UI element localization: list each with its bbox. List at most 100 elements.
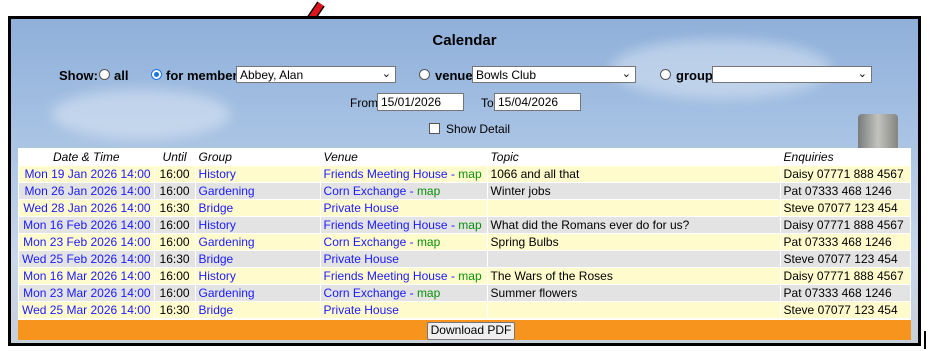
event-enquiries: Steve 07077 123 454: [779, 301, 912, 319]
event-venue-cell: Friends Meeting House - map: [319, 165, 488, 183]
table-row: Mon 19 Jan 2026 14:00 16:00 History Friends…: [18, 165, 912, 183]
event-enquiries: Daisy 07771 888 4567: [779, 267, 912, 285]
venue-link[interactable]: Corn Exchange: [324, 286, 407, 300]
event-group-link[interactable]: Gardening: [194, 182, 321, 200]
radio-for-member[interactable]: [151, 69, 162, 80]
map-link[interactable]: map: [458, 269, 481, 283]
member-select[interactable]: Abbey, Alan ⌄: [236, 66, 396, 83]
venue-separator: -: [447, 269, 459, 283]
event-group-link[interactable]: Bridge: [194, 199, 321, 217]
column-header: Topic: [486, 148, 781, 166]
event-enquiries: Pat 07333 468 1246: [779, 284, 912, 302]
venue-link[interactable]: Friends Meeting House: [324, 167, 448, 181]
event-date-link[interactable]: Wed 25 Feb 2026 14:00: [18, 250, 155, 268]
event-group-link[interactable]: History: [194, 267, 321, 285]
event-topic: The Wars of the Roses: [486, 267, 781, 285]
event-date-link[interactable]: Wed 28 Jan 2026 14:00: [18, 199, 155, 217]
venue-link[interactable]: Corn Exchange: [324, 235, 407, 249]
chevron-down-icon: ⌄: [381, 68, 391, 80]
venue-separator: -: [447, 218, 459, 232]
radio-group[interactable]: [660, 69, 671, 80]
event-venue-cell: Private House: [319, 199, 488, 217]
table-header-row: Date & Time Until Group Venue Topic Enqu…: [18, 148, 912, 166]
map-link[interactable]: map: [458, 218, 481, 232]
event-topic: 1066 and all that: [486, 165, 781, 183]
event-venue-cell: Friends Meeting House - map: [319, 216, 488, 234]
event-topic: Spring Bulbs: [486, 233, 781, 251]
event-group-link[interactable]: Bridge: [194, 301, 321, 319]
event-enquiries: Pat 07333 468 1246: [779, 233, 912, 251]
event-topic: [486, 301, 781, 319]
column-header: Until: [153, 148, 196, 166]
radio-all-label: all: [114, 68, 129, 83]
show-detail-checkbox[interactable]: [429, 123, 440, 134]
event-enquiries: Daisy 07771 888 4567: [779, 216, 912, 234]
event-date-link[interactable]: Mon 23 Feb 2026 14:00: [18, 233, 155, 251]
event-venue-cell: Corn Exchange - map: [319, 233, 488, 251]
background-cloud: [51, 89, 231, 139]
venue-separator: -: [406, 286, 417, 300]
show-filter-row: Show: all for member Abbey, Alan ⌄ venue…: [11, 66, 918, 86]
venue-link[interactable]: Private House: [324, 303, 399, 317]
from-date-input[interactable]: 15/01/2026: [377, 93, 464, 111]
event-until: 16:30: [153, 301, 196, 319]
venue-separator: -: [406, 235, 417, 249]
event-enquiries: Steve 07077 123 454: [779, 199, 912, 217]
radio-group-label: group: [676, 68, 713, 83]
table-row: Wed 25 Feb 2026 14:00 16:30 Bridge Private …: [18, 250, 912, 268]
download-bar: Download PDF: [18, 320, 911, 340]
event-date-link[interactable]: Wed 25 Mar 2026 14:00: [18, 301, 155, 319]
event-enquiries: Pat 07333 468 1246: [779, 182, 912, 200]
event-venue-cell: Private House: [319, 250, 488, 268]
edge-marker: [924, 331, 926, 349]
venue-link[interactable]: Friends Meeting House: [324, 218, 448, 232]
event-until: 16:00: [153, 284, 196, 302]
table-row: Mon 23 Mar 2026 14:00 16:00 Gardening Corn …: [18, 284, 912, 302]
download-pdf-button[interactable]: Download PDF: [427, 322, 515, 340]
map-link[interactable]: map: [458, 167, 481, 181]
venue-select-value: Bowls Club: [476, 68, 537, 82]
event-group-link[interactable]: History: [194, 216, 321, 234]
radio-all[interactable]: [99, 69, 110, 80]
event-group-link[interactable]: Bridge: [194, 250, 321, 268]
event-enquiries: Steve 07077 123 454: [779, 250, 912, 268]
from-label: From: [350, 96, 378, 110]
event-date-link[interactable]: Mon 26 Jan 2026 14:00: [18, 182, 155, 200]
event-venue-cell: Corn Exchange - map: [319, 182, 488, 200]
member-select-value: Abbey, Alan: [240, 68, 304, 82]
venue-separator: -: [447, 167, 459, 181]
column-header: Date & Time: [18, 148, 155, 166]
map-link[interactable]: map: [417, 286, 440, 300]
event-venue-cell: Corn Exchange - map: [319, 284, 488, 302]
venue-link[interactable]: Private House: [324, 201, 399, 215]
table-row: Mon 26 Jan 2026 14:00 16:00 Gardening Corn …: [18, 182, 912, 200]
event-topic: [486, 199, 781, 217]
column-header: Venue: [319, 148, 488, 166]
venue-separator: -: [406, 184, 417, 198]
event-date-link[interactable]: Mon 16 Feb 2026 14:00: [18, 216, 155, 234]
event-until: 16:00: [153, 182, 196, 200]
chevron-down-icon: ⌄: [621, 68, 631, 80]
column-header: Enquiries: [779, 148, 912, 166]
event-until: 16:30: [153, 199, 196, 217]
venue-link[interactable]: Corn Exchange: [324, 184, 407, 198]
to-date-input[interactable]: 15/04/2026: [494, 93, 581, 111]
event-date-link[interactable]: Mon 16 Mar 2026 14:00: [18, 267, 155, 285]
event-group-link[interactable]: History: [194, 165, 321, 183]
venue-link[interactable]: Friends Meeting House: [324, 269, 448, 283]
event-until: 16:00: [153, 233, 196, 251]
map-link[interactable]: map: [417, 235, 440, 249]
event-group-link[interactable]: Gardening: [194, 233, 321, 251]
event-date-link[interactable]: Mon 23 Mar 2026 14:00: [18, 284, 155, 302]
venue-select[interactable]: Bowls Club ⌄: [472, 66, 636, 83]
event-group-link[interactable]: Gardening: [194, 284, 321, 302]
calendar-panel: Calendar Show: all for member Abbey, Ala…: [8, 16, 921, 346]
event-until: 16:00: [153, 165, 196, 183]
group-select[interactable]: ⌄: [712, 66, 872, 83]
map-link[interactable]: map: [417, 184, 440, 198]
table-row: Mon 16 Mar 2026 14:00 16:00 History Friends…: [18, 267, 912, 285]
event-until: 16:00: [153, 267, 196, 285]
event-date-link[interactable]: Mon 19 Jan 2026 14:00: [18, 165, 155, 183]
venue-link[interactable]: Private House: [324, 252, 399, 266]
radio-venue[interactable]: [419, 69, 430, 80]
